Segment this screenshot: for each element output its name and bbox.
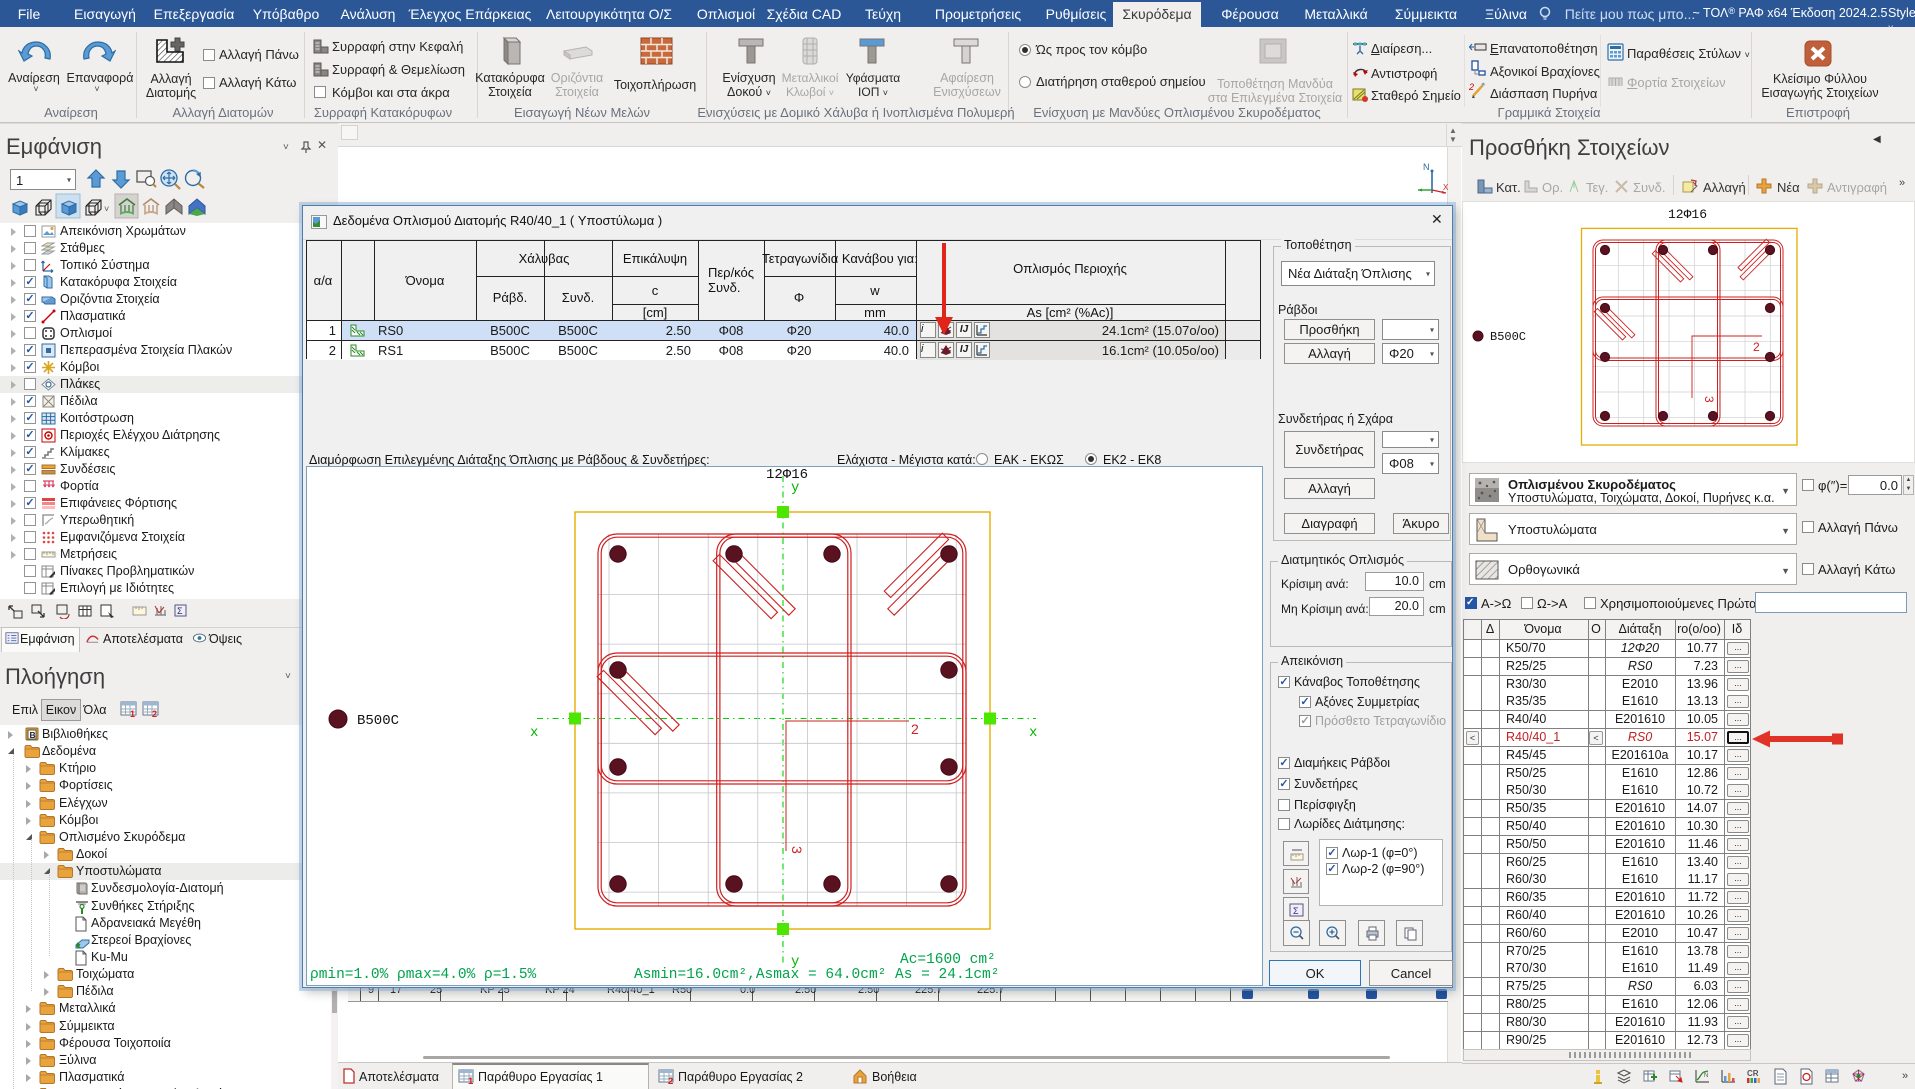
svg-text:Σ: Σ: [1293, 906, 1299, 916]
svg-text:y: y: [791, 480, 799, 496]
svg-text:Σ: Σ: [177, 606, 183, 616]
svg-text:N: N: [1423, 162, 1430, 172]
svg-text:Asmin=16.0cm²,Asmax = 64.0cm²: Asmin=16.0cm²,Asmax = 64.0cm² As = 24.1c…: [634, 967, 999, 983]
svg-text:12Φ16: 12Φ16: [766, 467, 808, 483]
svg-text:B500C: B500C: [357, 713, 399, 729]
svg-text:CR: CR: [1747, 1069, 1759, 1078]
svg-text:X: X: [1443, 183, 1449, 192]
svg-text:1: 1: [468, 1076, 474, 1085]
svg-text:B: B: [30, 730, 36, 740]
svg-text:12Φ16: 12Φ16: [1668, 207, 1707, 222]
svg-text:ρmin=1.0% ρmax=4.0% ρ=1.5%: ρmin=1.0% ρmax=4.0% ρ=1.5%: [310, 967, 537, 983]
svg-text:2: 2: [911, 721, 919, 737]
svg-text:3: 3: [789, 846, 805, 854]
svg-text:2: 2: [152, 709, 157, 718]
svg-text:1: 1: [130, 709, 135, 718]
svg-text:2: 2: [1469, 82, 1474, 92]
svg-text:x: x: [530, 725, 538, 741]
svg-text:2: 2: [1753, 340, 1760, 354]
svg-text:3: 3: [1702, 396, 1716, 403]
svg-text:N: N: [1704, 1073, 1708, 1079]
svg-text:x: x: [1029, 725, 1037, 741]
svg-text:B500C: B500C: [1490, 330, 1526, 344]
svg-text:Ac=1600 cm²: Ac=1600 cm²: [900, 952, 996, 968]
svg-text:2: 2: [668, 1076, 673, 1085]
